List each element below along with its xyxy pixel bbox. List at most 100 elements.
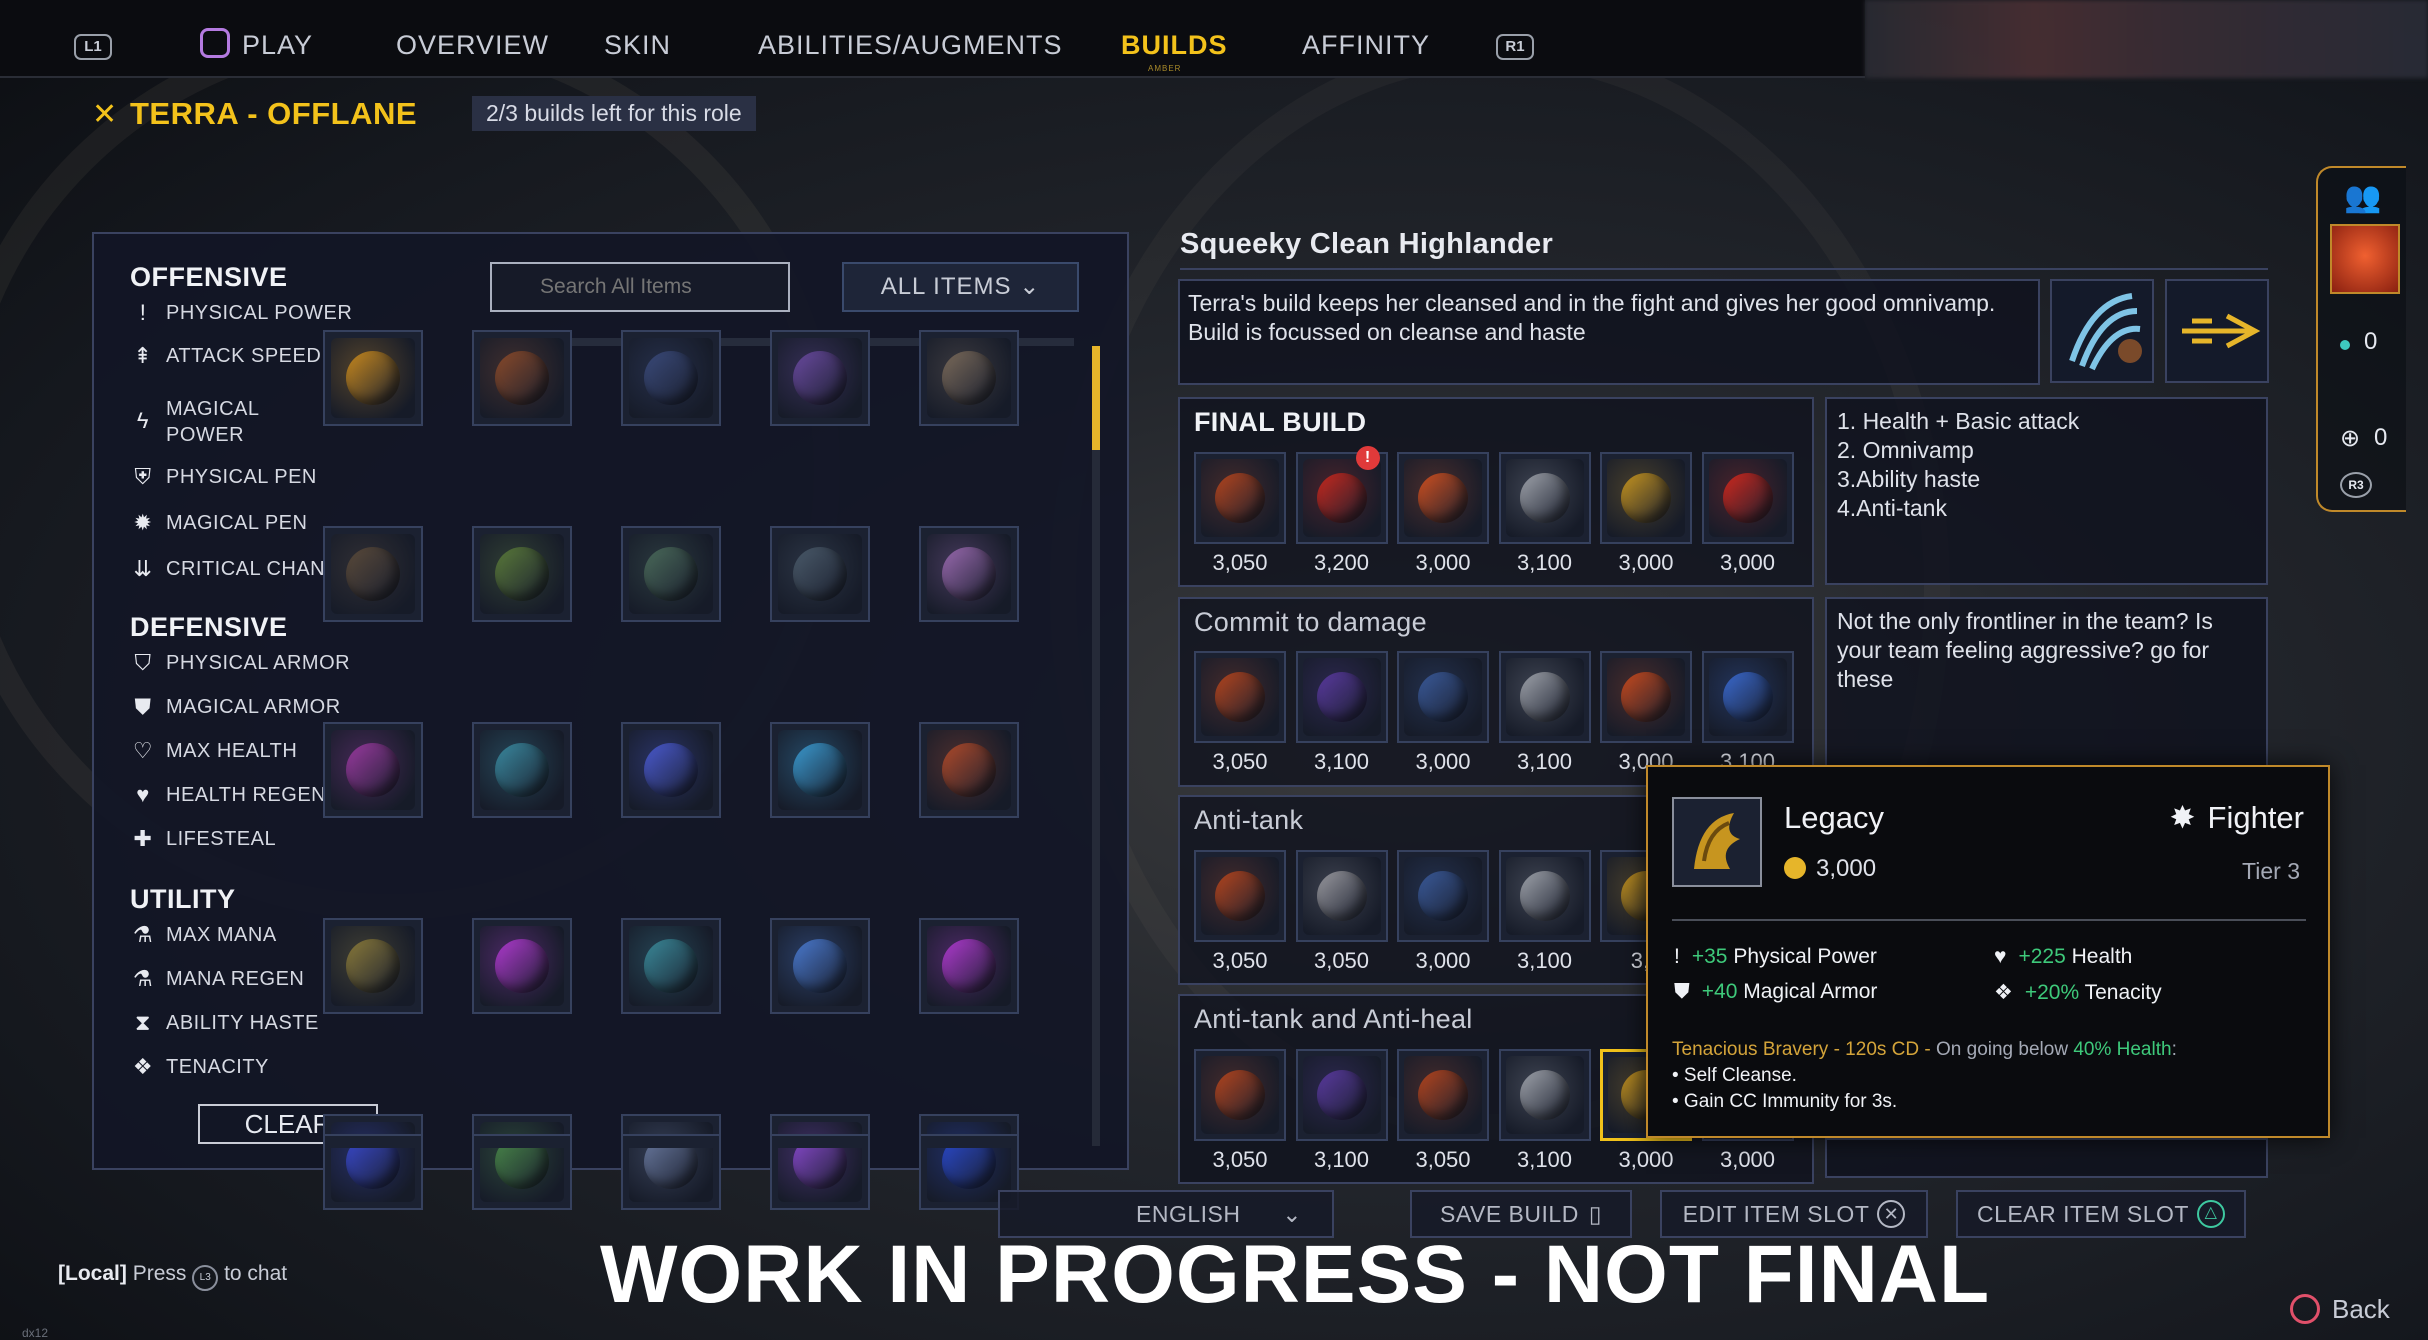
filter-tenacity[interactable]: ❖ TENACITY <box>130 1052 269 1082</box>
item-price: 3,000 <box>1415 948 1471 973</box>
filter-max-mana[interactable]: ⚗ MAX MANA <box>130 920 277 950</box>
item-slot[interactable] <box>621 526 721 622</box>
item-slot[interactable] <box>770 330 870 426</box>
crescent-blade-icon <box>1201 459 1279 537</box>
item-slot[interactable] <box>919 330 1019 426</box>
item-slot[interactable] <box>472 330 572 426</box>
build-item-slot[interactable] <box>1498 1049 1591 1141</box>
build-item-slot[interactable] <box>1600 651 1692 743</box>
item-slot[interactable] <box>919 722 1019 818</box>
avatar[interactable] <box>2330 224 2400 294</box>
filter-health-regen[interactable]: ♥ HEALTH REGEN <box>130 780 326 810</box>
tab-overview[interactable]: OVERVIEW <box>396 30 549 61</box>
filter-attack-speed[interactable]: ⇞ ATTACK SPEED <box>130 341 321 371</box>
tab-abilities-augments[interactable]: ABILITIES/AUGMENTS <box>758 30 1063 61</box>
item-slot[interactable] <box>770 1134 870 1148</box>
filter-physical-pen[interactable]: ⛨ PHYSICAL PEN <box>130 462 317 492</box>
filter-magical-pen[interactable]: ✹ MAGICAL PEN <box>130 508 307 538</box>
filter-physical-armor[interactable]: ⛉ PHYSICAL ARMOR <box>130 648 350 678</box>
build-item-slot[interactable] <box>1701 452 1794 544</box>
scrollbar-thumb[interactable] <box>1092 346 1100 450</box>
item-slot[interactable] <box>472 1114 572 1210</box>
back-button[interactable]: Back <box>2290 1294 2390 1325</box>
filter-physical-power[interactable]: ǃ PHYSICAL POWER <box>130 298 352 328</box>
build-item-slot[interactable] <box>1194 651 1286 743</box>
passive-title: Tenacious Bravery - 120s CD - <box>1672 1039 1931 1060</box>
filter-ability-haste[interactable]: ⧗ ABILITY HASTE <box>130 1008 319 1038</box>
item-slot[interactable] <box>323 1114 423 1210</box>
item-slot[interactable] <box>621 1134 721 1148</box>
item-price: 3,100 <box>1516 550 1573 575</box>
item-slot[interactable] <box>323 330 423 426</box>
item-slot[interactable] <box>472 918 572 1014</box>
filter-magical-power[interactable]: ϟ MAGICAL POWER <box>130 396 260 448</box>
filter-max-health[interactable]: ♡ MAX HEALTH <box>130 736 297 766</box>
stat-value: +20% <box>2024 981 2080 1004</box>
commit-damage-notes[interactable]: Not the only frontliner in the team? Is … <box>1825 597 2268 785</box>
clear-item-slot-button[interactable]: CLEAR ITEM SLOT △ <box>1956 1190 2246 1238</box>
build-item-slot[interactable] <box>1397 651 1489 743</box>
filter-lifesteal[interactable]: ✚ LIFESTEAL <box>130 824 276 854</box>
final-build-notes[interactable]: 1. Health + Basic attack 2. Omnivamp 3.A… <box>1825 397 2268 585</box>
tab-skin[interactable]: SKIN <box>604 30 671 61</box>
build-item-slot[interactable] <box>1397 452 1489 544</box>
l1-button-glyph[interactable]: L1 <box>74 34 112 60</box>
item-icon <box>1302 459 1381 537</box>
build-item-slot[interactable] <box>1498 850 1591 942</box>
build-item-slot[interactable] <box>1397 1049 1489 1141</box>
item-slot[interactable] <box>472 722 572 818</box>
item-slot[interactable] <box>770 722 870 818</box>
build-item-slot[interactable] <box>1194 1049 1286 1141</box>
build-item-slot[interactable] <box>1295 1049 1388 1141</box>
build-item-slot[interactable] <box>1295 850 1388 942</box>
r3-button-glyph[interactable]: R3 <box>2340 472 2372 498</box>
all-items-dropdown[interactable]: ALL ITEMS ⌄ <box>842 262 1079 312</box>
chat-hint[interactable]: [Local] Press L3 to chat <box>58 1262 287 1291</box>
build-item-slot[interactable] <box>1600 452 1692 544</box>
build-item-slot[interactable] <box>1194 850 1286 942</box>
dagger-icon <box>778 338 862 418</box>
role-title-text: TERRA - OFFLANE <box>130 96 418 131</box>
add-friend-icon[interactable]: ⊕ <box>2340 424 2360 453</box>
item-slot[interactable] <box>919 918 1019 1014</box>
item-slot[interactable] <box>919 1134 1019 1148</box>
anti-heal-notes[interactable] <box>1825 1138 2268 1178</box>
item-slot[interactable] <box>472 526 572 622</box>
scrollbar-track[interactable] <box>1092 346 1100 1146</box>
item-slot[interactable] <box>621 1114 721 1210</box>
filter-mana-regen[interactable]: ⚗ MANA REGEN <box>130 964 304 994</box>
r1-button-glyph[interactable]: R1 <box>1496 34 1534 60</box>
item-slot[interactable] <box>770 526 870 622</box>
item-slot[interactable] <box>919 526 1019 622</box>
build-description[interactable]: Terra's build keeps her cleansed and in … <box>1178 279 2040 385</box>
build-item-slot[interactable] <box>1498 452 1591 544</box>
item-slot[interactable] <box>323 1134 423 1148</box>
item-slot[interactable] <box>770 918 870 1014</box>
item-slot[interactable] <box>472 1134 572 1148</box>
search-input[interactable] <box>490 262 790 312</box>
build-item-slot[interactable] <box>1498 651 1591 743</box>
filter-critical-chance[interactable]: ⇊ CRITICAL CHANCE <box>130 554 354 584</box>
build-item-slot[interactable] <box>1194 452 1286 544</box>
item-slot[interactable] <box>621 918 721 1014</box>
build-item-slot[interactable] <box>1397 850 1489 942</box>
item-slot[interactable] <box>770 1114 870 1210</box>
build-item-slot[interactable] <box>1295 651 1388 743</box>
tooltip-passive: Tenacious Bravery - 120s CD - On going b… <box>1672 1037 2312 1115</box>
item-icon <box>1505 459 1584 537</box>
build-name[interactable]: Squeeky Clean Highlander <box>1180 228 1553 261</box>
tab-affinity[interactable]: AFFINITY <box>1302 30 1430 61</box>
item-slot[interactable] <box>323 918 423 1014</box>
ability-spear-thumbnail[interactable] <box>2165 279 2269 383</box>
item-slot[interactable] <box>323 526 423 622</box>
item-slot[interactable] <box>621 330 721 426</box>
ability-claw-thumbnail[interactable] <box>2050 279 2154 383</box>
filter-magical-armor[interactable]: ⛊ MAGICAL ARMOR <box>130 692 341 722</box>
tab-builds[interactable]: BUILDS <box>1121 30 1228 61</box>
filter-label: MAGICAL ARMOR <box>166 695 341 718</box>
claw-icon <box>480 534 564 614</box>
build-item-slot[interactable] <box>1701 651 1794 743</box>
item-slot[interactable] <box>621 722 721 818</box>
tab-play[interactable]: PLAY <box>242 30 313 61</box>
item-slot[interactable] <box>323 722 423 818</box>
